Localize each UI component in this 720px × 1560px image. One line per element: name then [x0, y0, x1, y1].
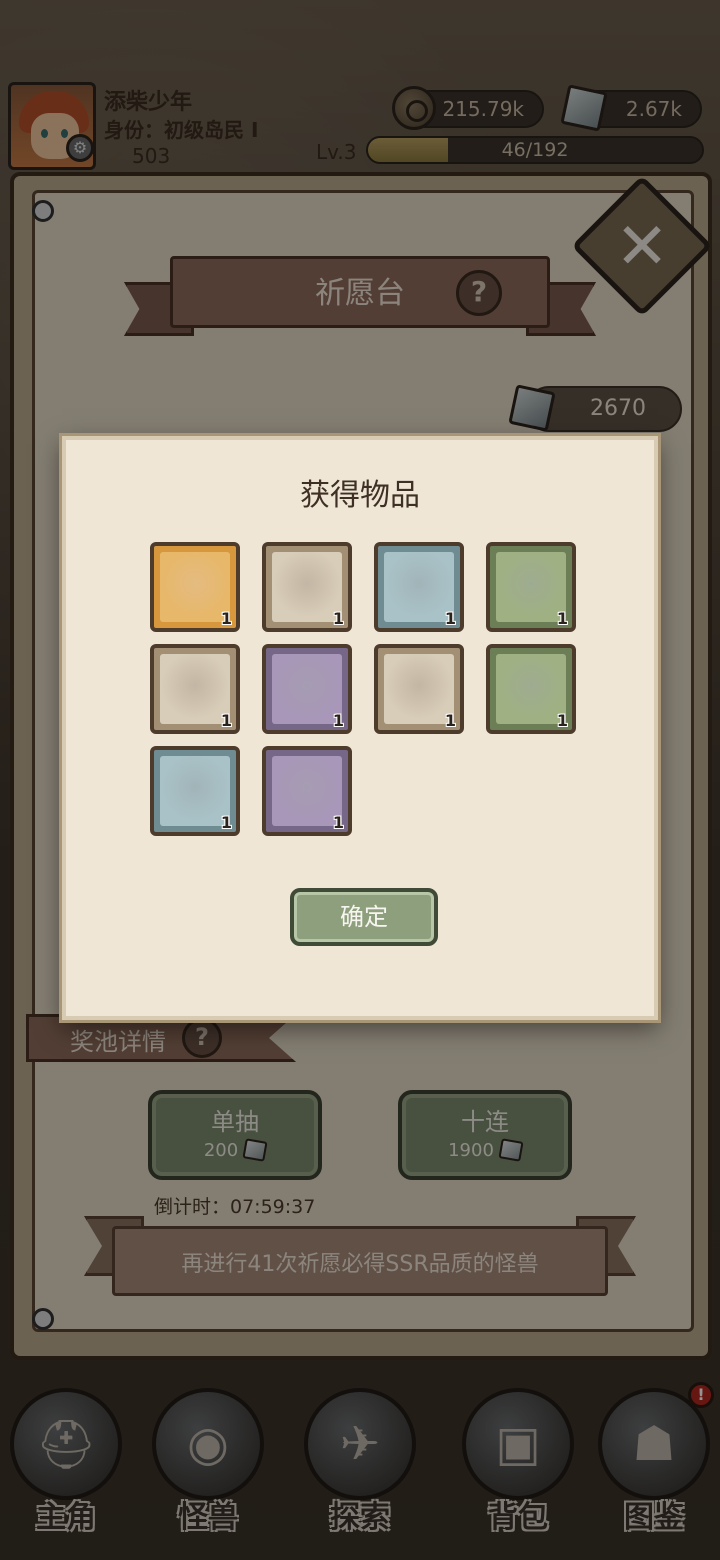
dark-orb-icon — [160, 654, 230, 724]
mimic-mouth-monster-icon — [160, 756, 230, 826]
reward-item-girl-character[interactable]: 1 — [150, 542, 240, 632]
plant-monster-icon — [496, 552, 566, 622]
chameleon-monster-icon — [384, 654, 454, 724]
rock-golem-icon — [384, 552, 454, 622]
confirm-button[interactable]: 确定 — [290, 888, 438, 946]
reward-item-count: 1 — [332, 711, 344, 730]
reward-item-axolotl-monster-2[interactable]: 1 — [262, 746, 352, 836]
girl-character-icon — [160, 552, 230, 622]
reward-item-count: 1 — [444, 711, 456, 730]
axolotl-monster-icon — [496, 654, 566, 724]
axolotl-monster-2-icon — [272, 756, 342, 826]
reward-item-count: 1 — [220, 711, 232, 730]
reward-item-count: 1 — [444, 609, 456, 628]
toad-monster-icon — [272, 654, 342, 724]
reward-item-dark-orb[interactable]: 1 — [150, 644, 240, 734]
reward-item-toad-monster[interactable]: 1 — [262, 644, 352, 734]
reward-modal: 获得物品 1 1 1 1 1 1 1 1 1 1 确定 — [62, 436, 658, 1020]
reward-item-count: 1 — [332, 813, 344, 832]
reward-item-plant-monster[interactable]: 1 — [486, 542, 576, 632]
reward-item-count: 1 — [332, 609, 344, 628]
reward-item-count: 1 — [220, 813, 232, 832]
reward-item-count: 1 — [556, 609, 568, 628]
reward-item-mushroom-monster[interactable]: 1 — [262, 542, 352, 632]
reward-item-chameleon-monster[interactable]: 1 — [374, 644, 464, 734]
reward-item-count: 1 — [220, 609, 232, 628]
mushroom-monster-icon — [272, 552, 342, 622]
reward-item-axolotl-monster[interactable]: 1 — [486, 644, 576, 734]
modal-title: 获得物品 — [300, 478, 420, 513]
reward-item-count: 1 — [556, 711, 568, 730]
reward-item-rock-golem[interactable]: 1 — [374, 542, 464, 632]
reward-item-mimic-mouth-monster[interactable]: 1 — [150, 746, 240, 836]
